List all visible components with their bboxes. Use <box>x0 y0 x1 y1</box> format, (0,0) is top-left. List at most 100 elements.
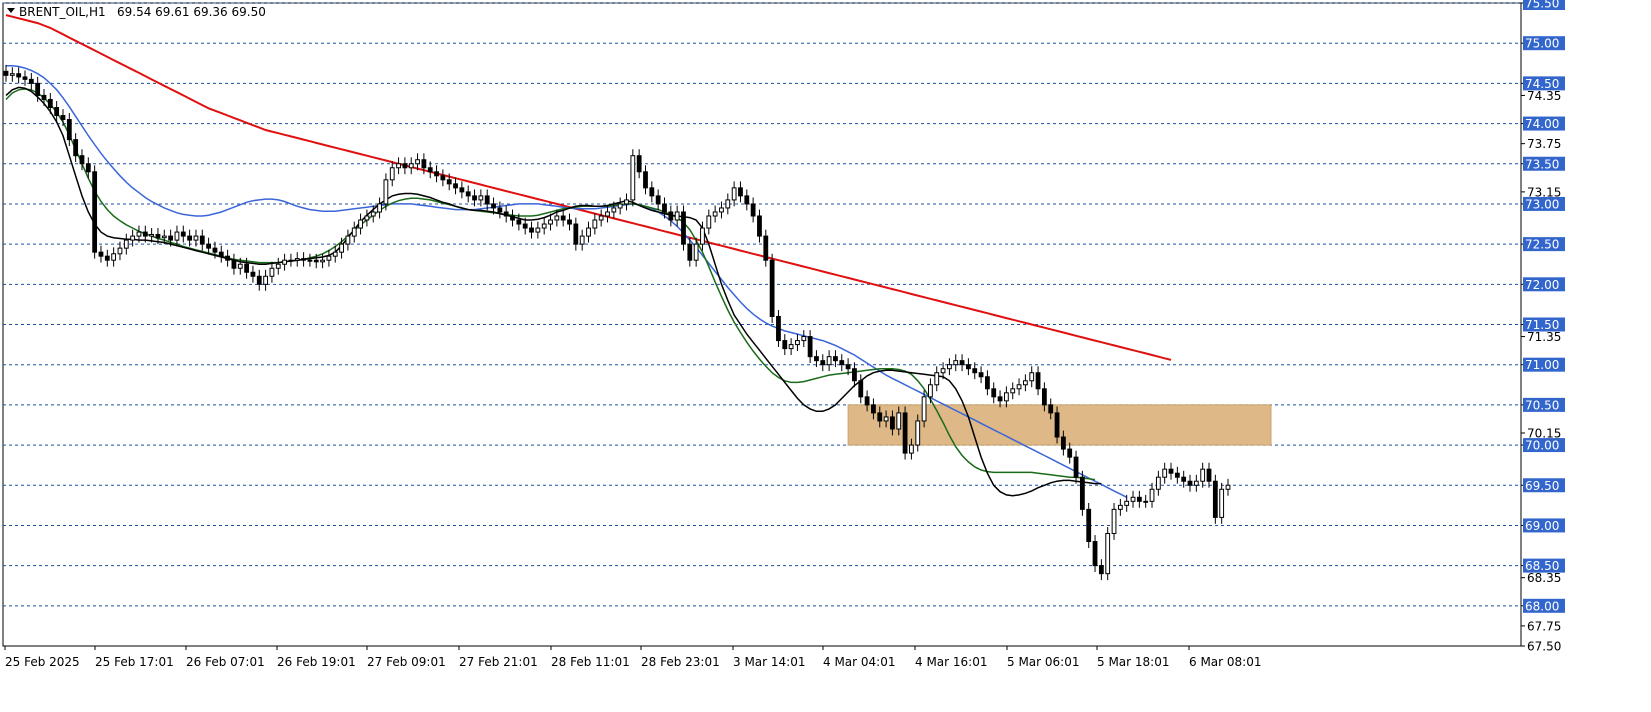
candle-body <box>1124 500 1130 506</box>
candle-body <box>826 356 832 366</box>
candle-body <box>984 376 990 390</box>
candle-body <box>921 396 927 422</box>
candle-body <box>915 420 921 446</box>
chart-header: BRENT_OIL,H1 69.54 69.61 69.36 69.50 <box>7 5 266 19</box>
candle-body <box>750 203 756 217</box>
candle-body <box>408 163 414 169</box>
candle-body <box>117 247 123 255</box>
price-chart[interactable]: 75.5075.0074.5074.3574.0073.7573.5073.15… <box>0 0 1651 708</box>
candle-body <box>218 251 224 257</box>
candle-body <box>1168 468 1174 474</box>
price-level-tag-label: 75.00 <box>1525 37 1559 51</box>
candle-body <box>579 235 585 245</box>
candle <box>630 149 636 207</box>
candle-body <box>896 412 902 430</box>
candle-body <box>1187 480 1193 486</box>
candle-body <box>98 251 104 257</box>
candle-body <box>111 253 117 261</box>
candle-body <box>940 368 946 374</box>
candle-body <box>947 364 952 370</box>
candle-body <box>415 159 420 165</box>
price-level-tag-label: 69.50 <box>1525 479 1559 493</box>
candle-body <box>814 356 819 362</box>
time-tick-label: 26 Feb 07:01 <box>186 655 265 669</box>
price-level-tag-label: 68.00 <box>1525 599 1559 613</box>
candle <box>1105 527 1111 581</box>
candle-body <box>738 187 743 197</box>
candle-body <box>877 412 883 422</box>
time-tick-label: 25 Feb 2025 <box>5 655 80 669</box>
candle-body <box>149 233 155 237</box>
candle-body <box>1130 496 1136 502</box>
candle-body <box>345 235 351 245</box>
candle-body <box>991 388 997 398</box>
candle-body <box>237 263 243 269</box>
candle-body <box>1212 480 1218 518</box>
time-axis[interactable]: 25 Feb 2025 25 Feb 17:01 26 Feb 07:01 26 Fe… <box>3 645 1521 669</box>
candle-body <box>104 255 110 261</box>
candle-body <box>478 195 484 201</box>
candle-body <box>244 263 250 273</box>
candle-body <box>769 259 775 317</box>
candle-body <box>1149 488 1155 502</box>
candle-body <box>212 247 218 253</box>
candle-body <box>465 191 471 197</box>
candle-body <box>902 412 908 454</box>
candle-body <box>801 336 807 342</box>
price-level-tag-label: 74.00 <box>1525 117 1559 131</box>
candle-body <box>250 271 256 277</box>
price-level-tag-label: 72.50 <box>1525 238 1559 252</box>
candle-body <box>668 211 674 221</box>
candle-body <box>174 231 180 241</box>
candle-body <box>636 155 642 173</box>
candle-body <box>782 340 788 350</box>
candle-body <box>358 219 363 229</box>
time-tick-label: 27 Feb 09:01 <box>367 655 446 669</box>
time-tick-label: 3 Mar 14:01 <box>733 655 806 669</box>
time-tick-label: 28 Feb 23:01 <box>641 655 720 669</box>
candle-body <box>1143 500 1149 503</box>
price-level-tag-label: 69.00 <box>1525 519 1559 533</box>
candle-body <box>833 356 838 362</box>
candle-body <box>978 372 984 378</box>
candle-body <box>288 259 294 262</box>
candle-body <box>928 384 933 398</box>
candle-body <box>199 235 205 245</box>
candle-body <box>744 195 750 205</box>
candle-body <box>845 364 851 370</box>
candle-body <box>1035 372 1041 390</box>
time-tick-label: 5 Mar 18:01 <box>1097 655 1170 669</box>
price-level-tag-label: 73.00 <box>1525 197 1559 211</box>
candle-body <box>807 336 813 358</box>
time-tick-label: 4 Mar 16:01 <box>915 655 988 669</box>
candle-body <box>54 106 60 117</box>
candle-body <box>871 404 876 414</box>
candle-body <box>66 119 72 141</box>
candle-body <box>567 219 572 225</box>
price-tick-label: 71.35 <box>1527 330 1561 344</box>
candle-body <box>959 360 965 366</box>
candle-body <box>301 258 306 261</box>
candle-body <box>997 396 1003 402</box>
candle-body <box>434 171 439 177</box>
price-tick-label: 67.50 <box>1527 640 1561 654</box>
symbol-label: BRENT_OIL,H1 <box>19 5 106 19</box>
price-axis[interactable]: 75.5075.0074.5074.3574.0073.7573.5073.15… <box>1520 0 1565 654</box>
candle-body <box>934 372 940 386</box>
candle-body <box>624 199 629 205</box>
candle-body <box>605 211 610 217</box>
candle-body <box>402 163 408 169</box>
candle-body <box>47 98 53 108</box>
candle-body <box>484 195 490 205</box>
candle-body <box>1010 388 1016 394</box>
candle-body <box>155 233 161 239</box>
candle <box>1219 482 1225 524</box>
time-tick-label: 25 Feb 17:01 <box>95 655 174 669</box>
candle-body <box>1098 565 1104 575</box>
candle-body <box>332 251 338 257</box>
candle-body <box>788 344 794 350</box>
ohlc-values: 69.54 69.61 69.36 69.50 <box>117 5 266 19</box>
candle-body <box>535 227 541 233</box>
candle-body <box>446 179 452 185</box>
candle-body <box>377 203 382 213</box>
